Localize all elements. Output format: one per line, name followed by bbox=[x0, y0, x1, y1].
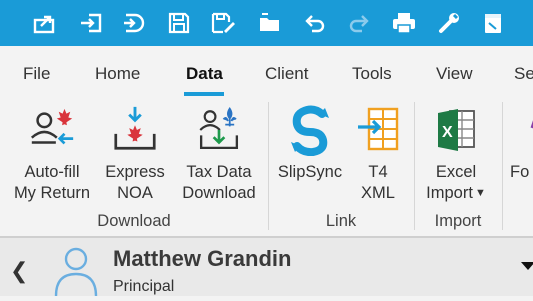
notepad-icon[interactable] bbox=[478, 8, 508, 38]
express-noa-label-line2: NOA bbox=[117, 184, 153, 202]
tab-file[interactable]: File bbox=[23, 64, 50, 84]
save-icon[interactable] bbox=[164, 8, 194, 38]
ribbon-group-divider bbox=[268, 102, 269, 230]
express-noa-label-line1: Express bbox=[105, 163, 165, 181]
slipsync-icon bbox=[285, 104, 335, 156]
ribbon-group-divider bbox=[502, 102, 503, 230]
return-icon[interactable] bbox=[119, 8, 149, 38]
t4-xml-label-line1: T4 bbox=[368, 163, 388, 181]
svg-text:X: X bbox=[442, 124, 453, 141]
autofill-user-icon bbox=[27, 104, 77, 156]
express-noa-button[interactable]: Express NOA bbox=[102, 104, 168, 204]
save-as-icon[interactable] bbox=[208, 8, 238, 38]
slipsync-button[interactable]: SlipSync bbox=[273, 104, 347, 183]
client-header: ❮ Matthew Grandin Principal bbox=[0, 236, 533, 297]
group-label-link: Link bbox=[325, 212, 357, 230]
excel-import-button[interactable]: X Excel Import ▼ bbox=[418, 104, 494, 204]
autofill-label-line2: My Return bbox=[13, 184, 91, 202]
open-folder-icon[interactable] bbox=[255, 8, 285, 38]
partial-button-icon bbox=[510, 104, 533, 156]
export-icon[interactable] bbox=[30, 8, 60, 38]
client-name: Matthew Grandin bbox=[113, 246, 292, 271]
excel-icon: X bbox=[431, 104, 481, 156]
redo-icon bbox=[344, 8, 374, 38]
chevron-left-icon[interactable]: ❮ bbox=[10, 258, 28, 284]
ribbon: Auto-fill My Return Express NOA Tax Data… bbox=[0, 96, 533, 236]
tax-data-download-button[interactable]: Tax Data Download bbox=[177, 104, 261, 204]
wrench-icon[interactable] bbox=[434, 8, 464, 38]
client-role: Principal bbox=[113, 278, 175, 295]
client-dropdown-icon[interactable] bbox=[521, 262, 533, 270]
quick-access-toolbar bbox=[0, 0, 533, 46]
autofill-label-line1: Auto-fill bbox=[24, 163, 80, 181]
tab-tools[interactable]: Tools bbox=[352, 64, 392, 84]
avatar bbox=[54, 244, 98, 301]
tab-home[interactable]: Home bbox=[95, 64, 140, 84]
dropdown-caret-icon: ▼ bbox=[474, 187, 486, 199]
partial-button-label: Fo bbox=[510, 163, 530, 181]
print-icon[interactable] bbox=[389, 8, 419, 38]
tab-client[interactable]: Client bbox=[265, 64, 308, 84]
excel-import-label-line1: Excel bbox=[435, 163, 477, 181]
t4-xml-label-line2: XML bbox=[361, 184, 395, 202]
autofill-my-return-button[interactable]: Auto-fill My Return bbox=[11, 104, 93, 204]
slipsync-label: SlipSync bbox=[277, 163, 343, 181]
tax-data-label-line2: Download bbox=[182, 184, 256, 202]
excel-import-label-line2: Import bbox=[426, 184, 473, 202]
tab-search-partial[interactable]: Se bbox=[514, 64, 533, 84]
partial-ribbon-button[interactable]: Fo bbox=[510, 104, 533, 183]
ribbon-group-divider bbox=[414, 102, 415, 230]
t4-xml-button[interactable]: T4 XML bbox=[350, 104, 406, 204]
tax-data-label-line1: Tax Data bbox=[186, 163, 252, 181]
tab-view[interactable]: View bbox=[436, 64, 473, 84]
menu-tab-bar: File Home Data Client Tools View Se bbox=[0, 46, 533, 96]
undo-icon[interactable] bbox=[300, 8, 330, 38]
import-icon[interactable] bbox=[76, 8, 106, 38]
group-label-download: Download bbox=[97, 212, 171, 230]
tab-data[interactable]: Data bbox=[186, 64, 223, 84]
t4-xml-icon bbox=[353, 104, 403, 156]
group-label-import: Import bbox=[434, 212, 482, 230]
tax-data-download-icon bbox=[194, 104, 244, 156]
noa-download-icon bbox=[110, 104, 160, 156]
